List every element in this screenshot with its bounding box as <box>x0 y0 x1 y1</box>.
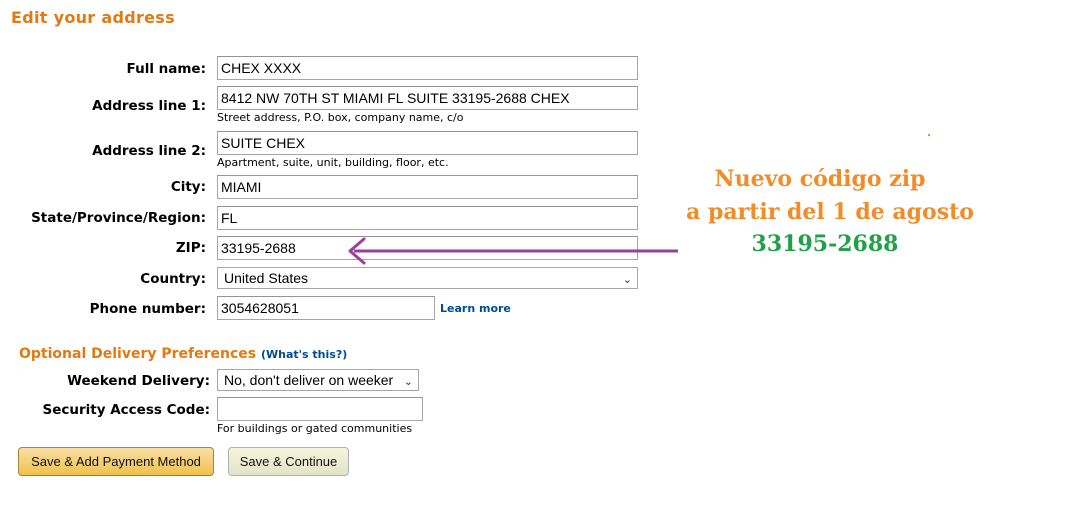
learn-more-link[interactable]: Learn more <box>440 302 511 315</box>
chevron-down-icon: ⌄ <box>622 274 632 286</box>
country-select[interactable]: United States ⌄ <box>217 267 638 289</box>
zip-label: ZIP: <box>175 240 206 256</box>
country-label: Country: <box>140 271 206 287</box>
city-input[interactable]: MIAMI <box>217 175 638 199</box>
save-continue-button[interactable]: Save & Continue <box>228 447 349 476</box>
address-line1-hint: Street address, P.O. box, company name, … <box>217 111 464 124</box>
address-line2-input[interactable]: SUITE CHEX <box>217 131 638 155</box>
page-title: Edit your address <box>11 8 175 27</box>
phone-label: Phone number: <box>89 301 206 317</box>
state-input[interactable]: FL <box>217 206 638 230</box>
weekend-delivery-select[interactable]: No, don't deliver on weeker ⌄ <box>217 369 419 391</box>
annotation-line1: Nuevo código zip <box>714 166 926 192</box>
address-line1-input[interactable]: 8412 NW 70TH ST MIAMI FL SUITE 33195-268… <box>217 86 638 110</box>
whats-this-link[interactable]: What's this? <box>266 348 342 361</box>
address-line2-label: Address line 2: <box>92 143 206 159</box>
annotation-arrow-icon <box>348 237 678 265</box>
full-name-input[interactable]: CHEX XXXX <box>217 56 638 80</box>
full-name-label: Full name: <box>126 61 206 77</box>
security-code-input[interactable] <box>217 397 423 421</box>
whats-this-paren: (What's this?) <box>260 348 348 361</box>
chevron-down-icon: ⌄ <box>403 376 413 388</box>
country-select-value: United States <box>224 270 309 286</box>
weekend-delivery-value: No, don't deliver on weeker <box>224 372 394 388</box>
delivery-preferences-title: Optional Delivery Preferences <box>19 346 257 362</box>
annotation-line2: a partir del 1 de agosto <box>686 199 974 225</box>
address-line1-label: Address line 1: <box>92 98 206 114</box>
delivery-preferences-heading: Optional Delivery Preferences (What's th… <box>19 346 347 362</box>
state-label: State/Province/Region: <box>31 210 206 226</box>
phone-input[interactable]: 3054628051 <box>217 296 435 320</box>
annotation-zip: 33195-2688 <box>751 231 899 257</box>
city-label: City: <box>170 179 206 195</box>
weekend-delivery-label: Weekend Delivery: <box>67 373 210 389</box>
security-code-label: Security Access Code: <box>42 402 210 418</box>
address-line2-hint: Apartment, suite, unit, building, floor,… <box>217 156 449 169</box>
security-code-hint: For buildings or gated communities <box>217 422 413 435</box>
save-add-payment-button[interactable]: Save & Add Payment Method <box>18 447 214 476</box>
stray-dot <box>928 134 930 136</box>
